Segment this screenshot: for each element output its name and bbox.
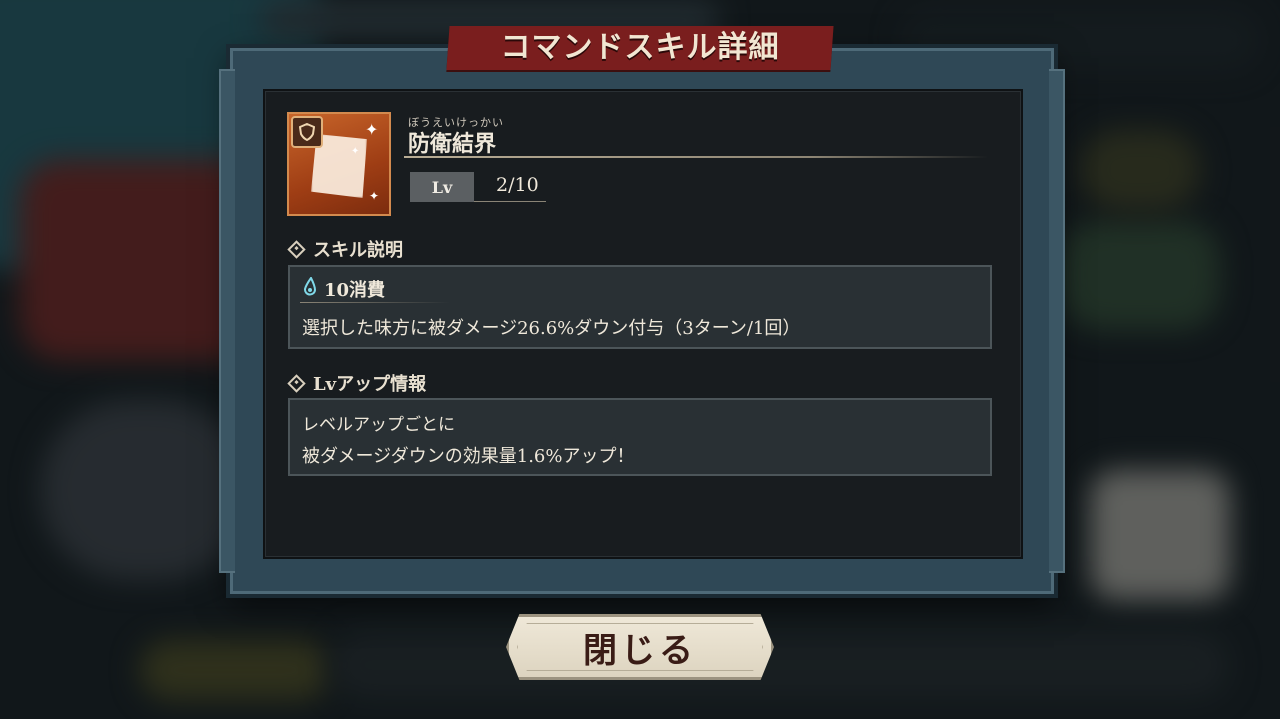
divider [474, 201, 546, 202]
skill-description-text: 選択した味方に被ダメージ26.6%ダウン付与（3ターン/1回） [302, 318, 801, 339]
close-button-label: 閉じる [583, 630, 697, 671]
divider [404, 156, 988, 158]
level-value: 2/10 [496, 174, 539, 196]
skill-description-heading: スキル説明 [287, 236, 403, 262]
diamond-bullet-icon [287, 239, 306, 259]
cost-row: 10消費 [302, 276, 385, 302]
lvup-info-line: レベルアップごとに [302, 415, 455, 435]
section-title-text: Lvアップ情報 [313, 374, 427, 395]
divider [300, 302, 450, 303]
mana-drop-icon [302, 276, 318, 301]
barrier-skill-icon: ✦ ✦ ✦ [287, 112, 391, 216]
diamond-bullet-icon [287, 373, 306, 393]
shield-icon [291, 116, 323, 148]
skill-name: 防衛結界 [408, 131, 497, 157]
lvup-info-line: 被ダメージダウンの効果量1.6%アップ！ [302, 446, 635, 467]
cost-text: 10消費 [324, 280, 386, 301]
lvup-info-heading: Lvアップ情報 [287, 370, 427, 396]
dialog-title: コマンドスキル詳細 [500, 30, 780, 65]
close-button[interactable]: 閉じる [506, 614, 774, 680]
level-label: Lv [410, 172, 474, 202]
section-title-text: スキル説明 [313, 240, 403, 261]
